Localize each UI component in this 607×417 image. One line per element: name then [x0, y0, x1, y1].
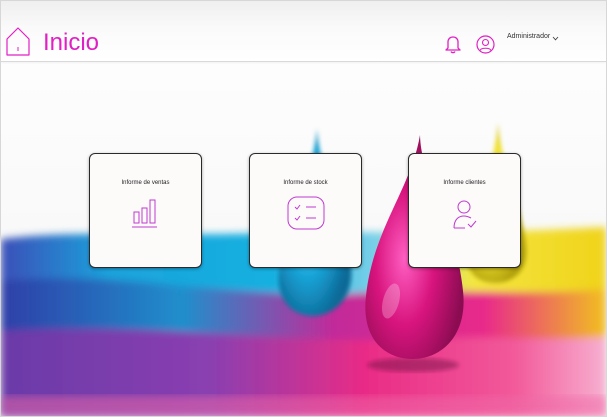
page-title: Inicio — [43, 29, 100, 56]
bell-icon[interactable] — [444, 34, 462, 54]
checklist-icon — [287, 196, 324, 230]
user-menu-name[interactable]: Administrador — [507, 33, 550, 40]
stock-report-card[interactable]: Informe de stock — [249, 153, 362, 268]
user-check-icon — [453, 200, 476, 229]
bar-chart-icon — [131, 199, 157, 228]
customers-report-card[interactable]: Informe clientes — [408, 153, 521, 268]
app-window: Inicio Administrador Informe de ventas I… — [0, 0, 607, 417]
top-bar: Inicio Administrador — [1, 1, 606, 62]
card-label: Informe de ventas — [121, 180, 170, 186]
card-label: Informe de stock — [283, 180, 328, 186]
sales-report-card[interactable]: Informe de ventas — [89, 153, 202, 268]
home-icon[interactable] — [5, 25, 31, 57]
user-avatar-icon[interactable] — [476, 35, 495, 54]
card-label: Informe clientes — [443, 180, 486, 186]
chevron-down-icon[interactable] — [552, 36, 559, 41]
